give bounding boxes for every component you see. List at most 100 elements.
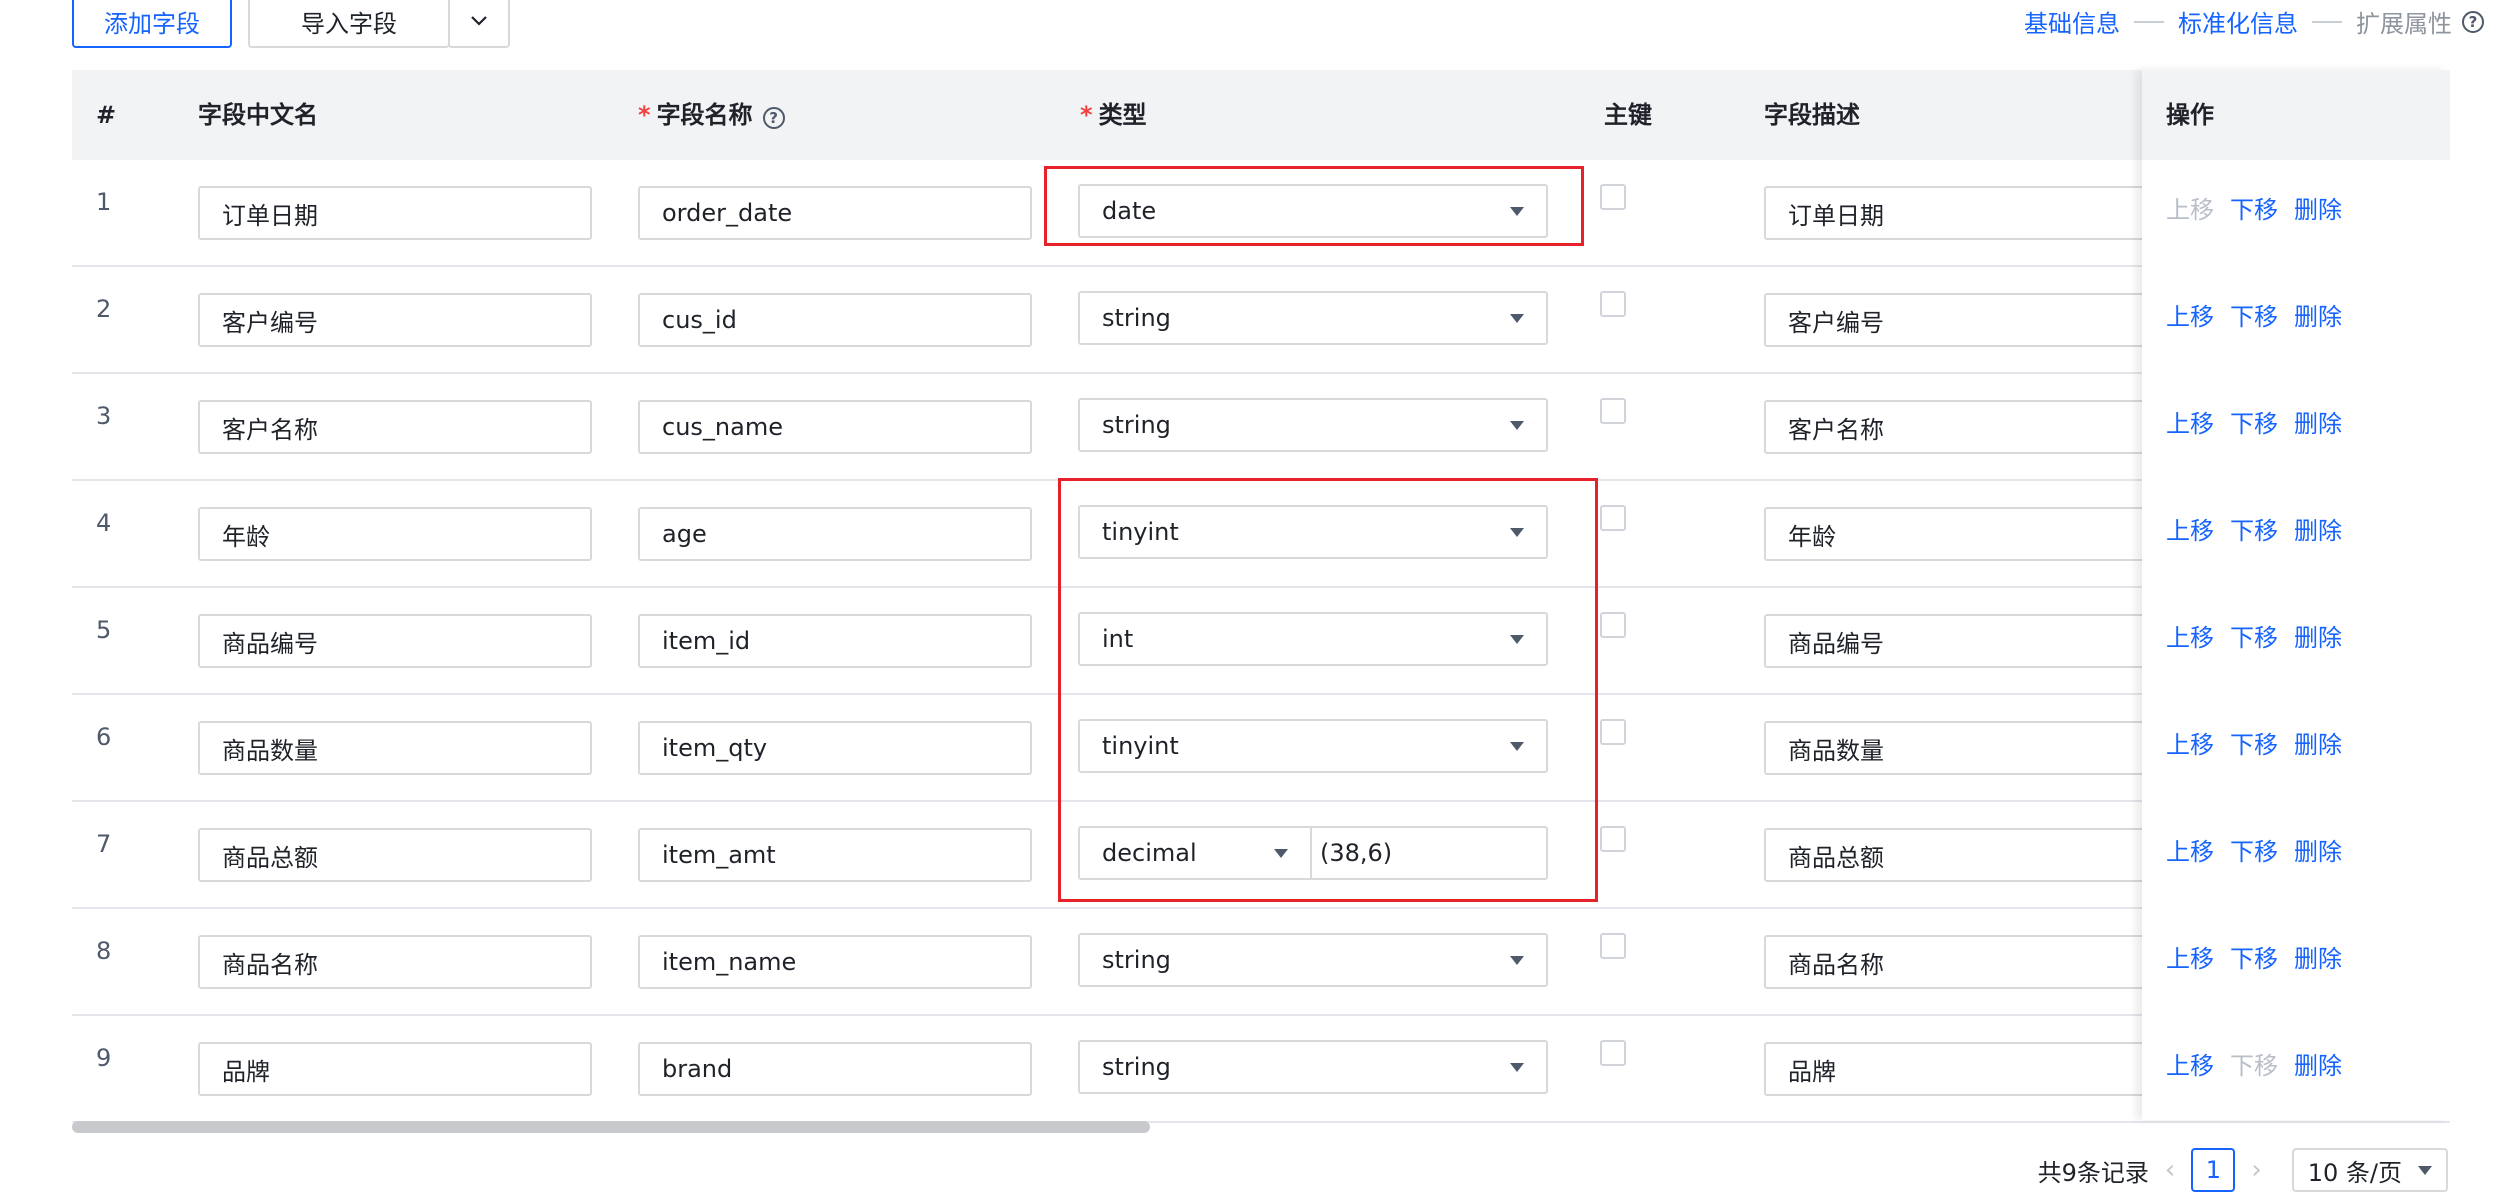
help-icon[interactable]: ? xyxy=(762,107,785,129)
type-value: string xyxy=(1102,946,1171,974)
move-up-button[interactable]: 上移 xyxy=(2166,939,2214,974)
step-extended-attributes[interactable]: 扩展属性 xyxy=(2356,4,2452,39)
field-name-input[interactable]: item_id xyxy=(638,614,1032,668)
horizontal-scrollbar[interactable] xyxy=(72,1121,1150,1133)
primary-key-checkbox[interactable] xyxy=(1600,184,1626,210)
cn-name-input[interactable]: 客户名称 xyxy=(198,400,592,454)
primary-key-checkbox[interactable] xyxy=(1600,398,1626,424)
cn-name-input[interactable]: 品牌 xyxy=(198,1042,592,1096)
type-select[interactable]: int xyxy=(1078,612,1548,666)
current-page-button[interactable]: 1 xyxy=(2191,1148,2236,1192)
import-field-button[interactable]: 导入字段 xyxy=(248,0,450,48)
help-icon[interactable]: ? xyxy=(2462,10,2484,33)
delete-button[interactable]: 删除 xyxy=(2294,939,2342,974)
row-index: 2 xyxy=(96,295,112,323)
description-input[interactable]: 商品名称 xyxy=(1764,935,2184,989)
delete-button[interactable]: 删除 xyxy=(2294,297,2342,332)
move-up-button[interactable]: 上移 xyxy=(2166,832,2214,867)
table-row: 3 客户名称 cus_name string 客户名称 xyxy=(72,374,2450,481)
type-select[interactable]: tinyint xyxy=(1078,505,1548,559)
move-down-button[interactable]: 下移 xyxy=(2230,939,2278,974)
move-down-button[interactable]: 下移 xyxy=(2230,297,2278,332)
cn-name-input[interactable]: 商品总额 xyxy=(198,828,592,882)
cn-name-input[interactable]: 商品名称 xyxy=(198,935,592,989)
field-name-input[interactable]: cus_id xyxy=(638,293,1032,347)
type-value: tinyint xyxy=(1102,518,1179,546)
move-up-button[interactable]: 上移 xyxy=(2166,404,2214,439)
primary-key-checkbox[interactable] xyxy=(1600,612,1626,638)
cn-name-input[interactable]: 年龄 xyxy=(198,507,592,561)
type-select[interactable]: string xyxy=(1078,933,1548,987)
field-name-input[interactable]: order_date xyxy=(638,186,1032,240)
delete-button[interactable]: 删除 xyxy=(2294,511,2342,546)
cn-name-input[interactable]: 商品编号 xyxy=(198,614,592,668)
move-down-button[interactable]: 下移 xyxy=(2230,618,2278,653)
field-name-input[interactable]: age xyxy=(638,507,1032,561)
row-actions: 上移 下移 删除 xyxy=(2166,939,2342,974)
field-name-input[interactable]: brand xyxy=(638,1042,1032,1096)
caret-down-icon xyxy=(1274,848,1288,858)
primary-key-checkbox[interactable] xyxy=(1600,719,1626,745)
description-input[interactable]: 客户编号 xyxy=(1764,293,2184,347)
primary-key-checkbox[interactable] xyxy=(1600,826,1626,852)
move-down-button[interactable]: 下移 xyxy=(2230,832,2278,867)
add-field-button[interactable]: 添加字段 xyxy=(72,0,232,48)
type-select[interactable]: date xyxy=(1078,184,1548,238)
delete-button[interactable]: 删除 xyxy=(2294,832,2342,867)
description-input[interactable]: 商品编号 xyxy=(1764,614,2184,668)
move-down-button[interactable]: 下移 xyxy=(2230,404,2278,439)
description-input[interactable]: 品牌 xyxy=(1764,1042,2184,1096)
delete-button[interactable]: 删除 xyxy=(2294,1046,2342,1081)
description-input[interactable]: 客户名称 xyxy=(1764,400,2184,454)
primary-key-checkbox[interactable] xyxy=(1600,1040,1626,1066)
delete-button[interactable]: 删除 xyxy=(2294,190,2342,225)
delete-button[interactable]: 删除 xyxy=(2294,725,2342,760)
delete-button[interactable]: 删除 xyxy=(2294,404,2342,439)
field-name-input[interactable]: cus_name xyxy=(638,400,1032,454)
cn-name-input[interactable]: 订单日期 xyxy=(198,186,592,240)
type-select-main[interactable]: decimal xyxy=(1080,828,1312,878)
row-actions: 上移 下移 删除 xyxy=(2166,725,2342,760)
move-up-button[interactable]: 上移 xyxy=(2166,511,2214,546)
description-input[interactable]: 商品数量 xyxy=(1764,721,2184,775)
type-select[interactable]: tinyint xyxy=(1078,719,1548,773)
move-up-button[interactable]: 上移 xyxy=(2166,297,2214,332)
field-name-input[interactable]: item_name xyxy=(638,935,1032,989)
move-down-button[interactable]: 下移 xyxy=(2230,725,2278,760)
move-down-button[interactable]: 下移 xyxy=(2230,511,2278,546)
row-index: 9 xyxy=(96,1044,112,1072)
import-more-dropdown[interactable] xyxy=(448,0,510,48)
move-down-button[interactable]: 下移 xyxy=(2230,1046,2278,1081)
type-select[interactable]: string xyxy=(1078,291,1548,345)
field-name-input[interactable]: item_qty xyxy=(638,721,1032,775)
step-standardization[interactable]: 标准化信息 xyxy=(2178,4,2298,39)
move-up-button[interactable]: 上移 xyxy=(2166,190,2214,225)
type-select[interactable]: decimal (38,6) xyxy=(1078,826,1548,880)
type-select[interactable]: string xyxy=(1078,1040,1548,1094)
description-input[interactable]: 商品总额 xyxy=(1764,828,2184,882)
next-page-icon[interactable]: › xyxy=(2251,1155,2261,1185)
primary-key-checkbox[interactable] xyxy=(1600,505,1626,531)
caret-down-icon xyxy=(2418,1165,2432,1175)
move-down-button[interactable]: 下移 xyxy=(2230,190,2278,225)
primary-key-checkbox[interactable] xyxy=(1600,291,1626,317)
row-actions: 上移 下移 删除 xyxy=(2166,832,2342,867)
col-primary-key: 主键 xyxy=(1604,101,1652,129)
move-up-button[interactable]: 上移 xyxy=(2166,1046,2214,1081)
move-up-button[interactable]: 上移 xyxy=(2166,725,2214,760)
description-input[interactable]: 订单日期 xyxy=(1764,186,2184,240)
step-basic-info[interactable]: 基础信息 xyxy=(2024,4,2120,39)
precision-input[interactable]: (38,6) xyxy=(1312,828,1546,878)
type-select[interactable]: string xyxy=(1078,398,1548,452)
prev-page-icon[interactable]: ‹ xyxy=(2165,1155,2175,1185)
table-row: 7 商品总额 item_amt decimal (38,6) 商品总额 xyxy=(72,802,2450,909)
delete-button[interactable]: 删除 xyxy=(2294,618,2342,653)
move-up-button[interactable]: 上移 xyxy=(2166,618,2214,653)
page-size-select[interactable]: 10 条/页 xyxy=(2291,1148,2448,1192)
cn-name-input[interactable]: 客户编号 xyxy=(198,293,592,347)
table-row: 2 客户编号 cus_id string 客户编号 xyxy=(72,267,2450,374)
cn-name-input[interactable]: 商品数量 xyxy=(198,721,592,775)
primary-key-checkbox[interactable] xyxy=(1600,933,1626,959)
description-input[interactable]: 年龄 xyxy=(1764,507,2184,561)
field-name-input[interactable]: item_amt xyxy=(638,828,1032,882)
